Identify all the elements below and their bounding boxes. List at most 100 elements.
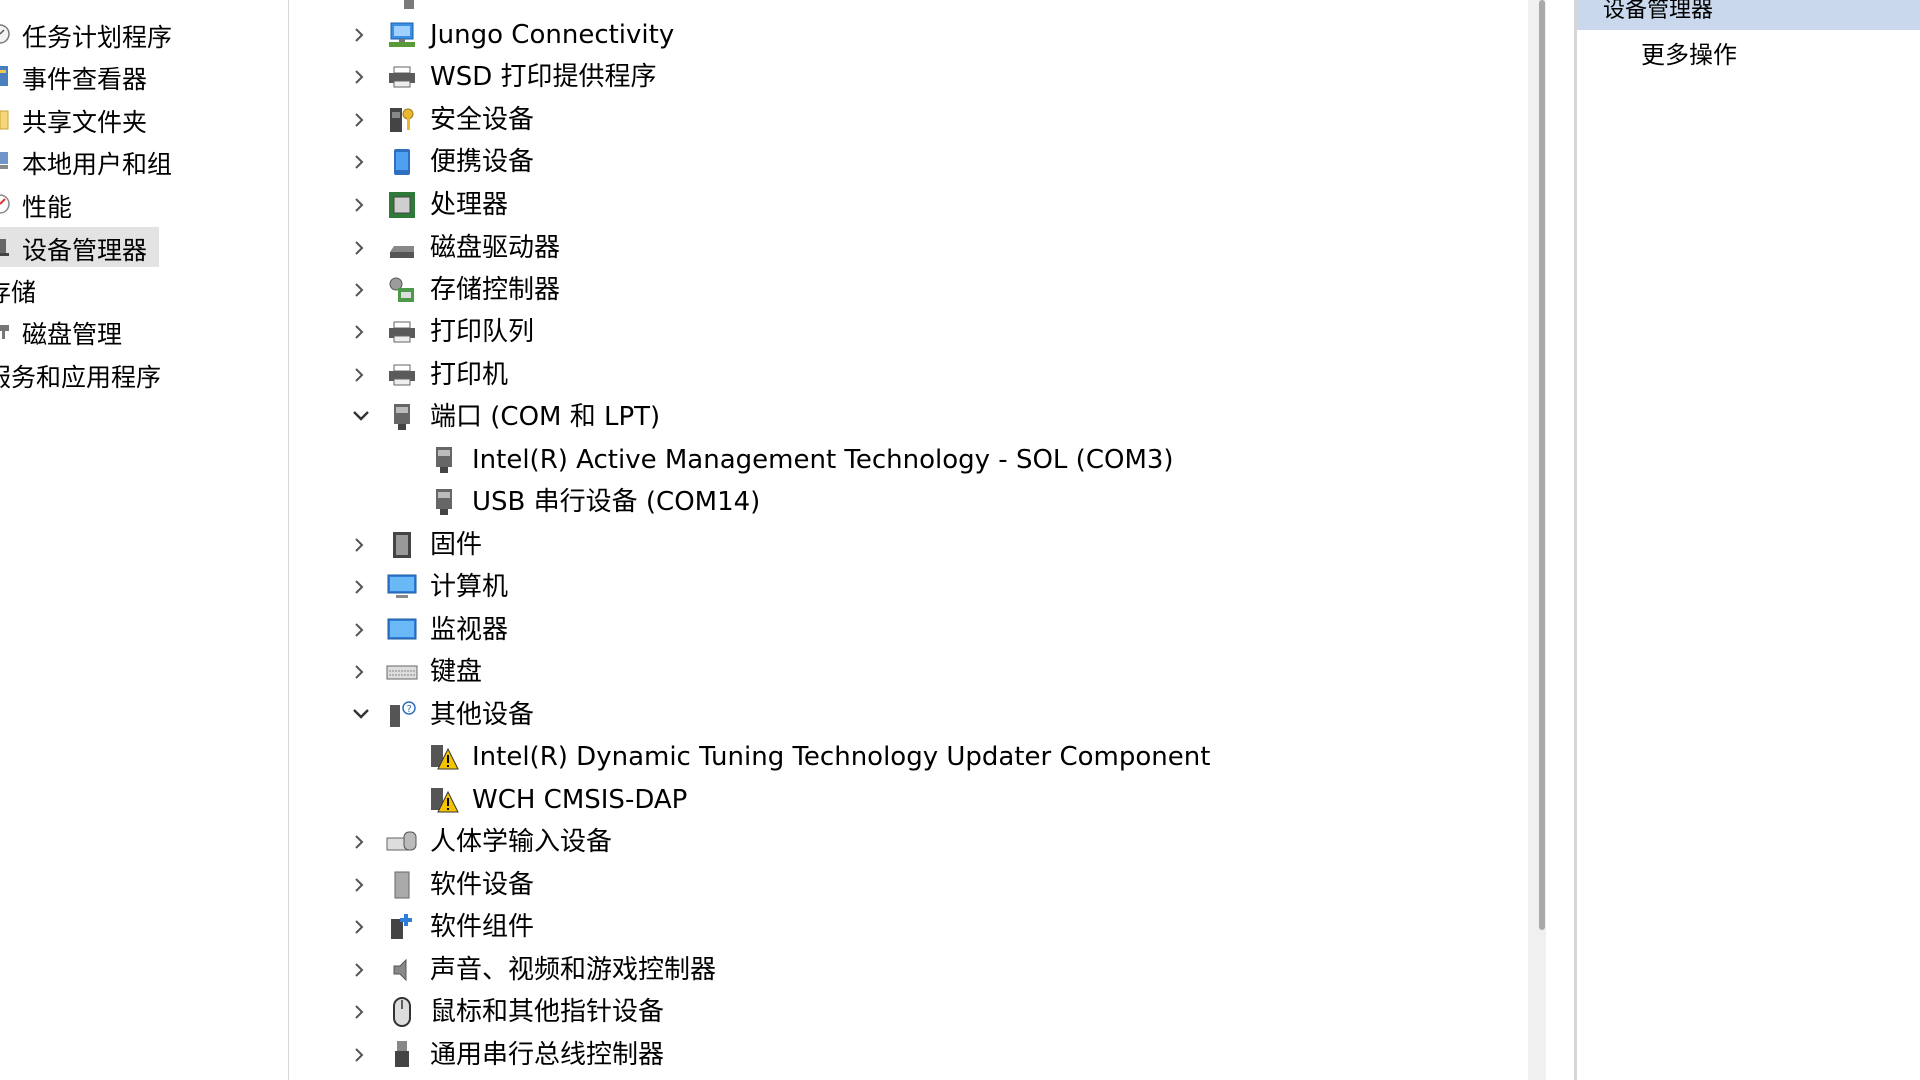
- tree-row-label: 监视器: [430, 615, 509, 645]
- tree-row-label: 端口 (COM 和 LPT): [430, 402, 661, 432]
- tree-row-monitors[interactable]: 监视器: [300, 609, 1500, 651]
- chevron-right-icon[interactable]: [348, 354, 370, 396]
- tree-row-label: 磁盘驱动器: [430, 233, 561, 263]
- tree-row-computer[interactable]: 计算机: [300, 566, 1500, 608]
- tree-row-label: 其他设备: [430, 700, 535, 730]
- pane-divider[interactable]: [288, 0, 289, 1080]
- tree-row-label: 打印队列: [430, 317, 535, 347]
- port-icon: [428, 486, 460, 518]
- navigation-pane: 任务计划程序 事件查看器 共享文件夹 本地用户和组 性能 设备管理器 存储: [0, 0, 289, 1080]
- tree-row-label: 鼠标和其他指针设备: [430, 997, 665, 1027]
- tree-row-sound-video-game[interactable]: 声音、视频和游戏控制器: [300, 949, 1500, 991]
- disk-drive-icon: [386, 232, 418, 264]
- chevron-right-icon[interactable]: [348, 906, 370, 948]
- tree-row-intel-dtt-updater[interactable]: Intel(R) Dynamic Tuning Technology Updat…: [300, 736, 1500, 778]
- tree-row-label: WCH CMSIS-DAP: [472, 785, 688, 815]
- software-device-icon: [386, 869, 418, 901]
- tree-row-software-components[interactable]: 软件组件: [300, 906, 1500, 948]
- disk-management-icon: [0, 319, 16, 343]
- chevron-right-icon[interactable]: [348, 184, 370, 226]
- tree-row-label: 便携设备: [430, 147, 535, 177]
- port-icon: [428, 444, 460, 476]
- tree-row-print-queues[interactable]: 打印队列: [300, 311, 1500, 353]
- portable-device-icon: [386, 146, 418, 178]
- printer-icon: [386, 316, 418, 348]
- tree-row-ports[interactable]: 端口 (COM 和 LPT): [300, 396, 1500, 438]
- firmware-icon: [386, 529, 418, 561]
- tree-row-label: 软件组件: [430, 912, 535, 942]
- tree-row-label: 人体学输入设备: [430, 827, 613, 857]
- shared-folder-icon: [0, 107, 16, 131]
- nav-item-label: 设备管理器: [22, 236, 148, 265]
- tree-row-label: Intel(R) Dynamic Tuning Technology Updat…: [472, 742, 1211, 772]
- chevron-right-icon[interactable]: [348, 227, 370, 269]
- nav-item-label: 磁盘管理: [22, 320, 123, 349]
- computer-icon: [386, 571, 418, 603]
- chevron-right-icon[interactable]: [348, 949, 370, 991]
- storage-controller-icon: [386, 274, 418, 306]
- hid-icon: [386, 826, 418, 858]
- printer-icon: [386, 359, 418, 391]
- actions-section-header[interactable]: 设备管理器: [1577, 0, 1920, 30]
- nav-item-label: 服务和应用程序: [0, 363, 162, 392]
- chevron-right-icon[interactable]: [348, 14, 370, 56]
- chevron-right-icon[interactable]: [348, 141, 370, 183]
- chevron-down-icon[interactable]: [348, 694, 370, 736]
- tree-row-label: 处理器: [430, 190, 509, 220]
- usb-icon: [386, 1039, 418, 1071]
- tree-row-usb-controllers[interactable]: 通用串行总线控制器: [300, 1034, 1500, 1076]
- chevron-right-icon[interactable]: [348, 56, 370, 98]
- tree-row-wch-cmsis-dap[interactable]: WCH CMSIS-DAP: [300, 779, 1500, 821]
- scrollbar-thumb[interactable]: [1539, 0, 1545, 930]
- tree-row-other-devices[interactable]: ? 其他设备: [300, 694, 1500, 736]
- tree-row-label: Intel(R) Active Management Technology - …: [472, 445, 1174, 475]
- performance-icon: [0, 192, 16, 216]
- chevron-right-icon[interactable]: [348, 864, 370, 906]
- tree-row-label: 打印机: [430, 360, 509, 390]
- actions-header-label: 设备管理器: [1603, 0, 1714, 23]
- users-groups-icon: [0, 149, 16, 173]
- chevron-right-icon[interactable]: [348, 1034, 370, 1076]
- software-component-icon: [386, 911, 418, 943]
- chevron-right-icon[interactable]: [348, 991, 370, 1033]
- tree-row-printers[interactable]: 打印机: [300, 354, 1500, 396]
- nav-item-label: 任务计划程序: [22, 23, 173, 52]
- tree-row-usb-serial-device[interactable]: USB 串行设备 (COM14): [300, 481, 1500, 523]
- tree-row-label: Jungo Connectivity: [430, 20, 675, 50]
- tree-row-label: WSD 打印提供程序: [430, 62, 657, 92]
- task-scheduler-icon: [0, 22, 16, 46]
- chevron-right-icon[interactable]: [348, 609, 370, 651]
- tree-row-jungo-connectivity[interactable]: Jungo Connectivity: [300, 14, 1500, 56]
- tree-row-intel-amt-sol[interactable]: Intel(R) Active Management Technology - …: [300, 439, 1500, 481]
- tree-row-security-devices[interactable]: 安全设备: [300, 99, 1500, 141]
- actions-pane: 设备管理器 更多操作: [1546, 0, 1920, 1080]
- chevron-right-icon[interactable]: [348, 99, 370, 141]
- nav-item-label: 存储: [0, 278, 37, 307]
- chevron-right-icon[interactable]: [348, 821, 370, 863]
- mouse-icon: [386, 996, 418, 1028]
- chevron-down-icon[interactable]: [348, 396, 370, 438]
- tree-row-mice[interactable]: 鼠标和其他指针设备: [300, 991, 1500, 1033]
- tree-row-firmware[interactable]: 固件: [300, 524, 1500, 566]
- tree-row-keyboards[interactable]: 键盘: [300, 651, 1500, 693]
- more-actions-link[interactable]: 更多操作: [1641, 35, 1737, 70]
- tree-row-label: 键盘: [430, 657, 483, 687]
- network-icon: [386, 19, 418, 51]
- tree-row-storage-controllers[interactable]: 存储控制器: [300, 269, 1500, 311]
- tree-row-processors[interactable]: 处理器: [300, 184, 1500, 226]
- tree-row-software-devices[interactable]: 软件设备: [300, 864, 1500, 906]
- pane-divider[interactable]: [1574, 0, 1577, 1080]
- tree-row-portable-devices[interactable]: 便携设备: [300, 141, 1500, 183]
- tree-row-label: 通用串行总线控制器: [430, 1040, 665, 1070]
- chevron-right-icon[interactable]: [348, 311, 370, 353]
- chevron-right-icon[interactable]: [348, 651, 370, 693]
- event-viewer-icon: [0, 64, 16, 88]
- chevron-right-icon[interactable]: [348, 566, 370, 608]
- chevron-right-icon[interactable]: [348, 269, 370, 311]
- tree-row-disk-drives[interactable]: 磁盘驱动器: [300, 227, 1500, 269]
- tree-row-hid[interactable]: 人体学输入设备: [300, 821, 1500, 863]
- tree-row-wsd-print-provider[interactable]: WSD 打印提供程序: [300, 56, 1500, 98]
- warning-device-icon: [428, 741, 460, 773]
- port-icon: [386, 401, 418, 433]
- chevron-right-icon[interactable]: [348, 524, 370, 566]
